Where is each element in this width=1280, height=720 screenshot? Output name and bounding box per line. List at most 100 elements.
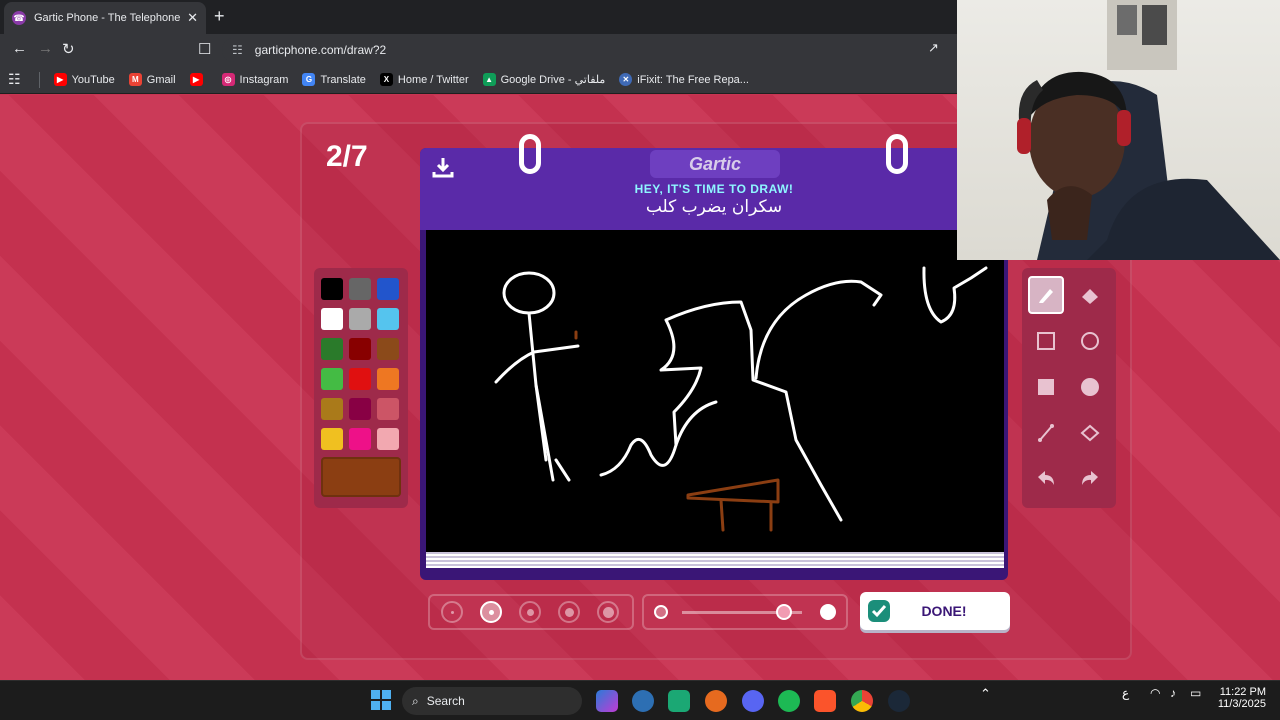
done-button[interactable]: DONE! [860, 592, 1010, 630]
brush-size-option[interactable] [597, 601, 619, 623]
color-swatch[interactable] [321, 428, 343, 450]
color-swatch[interactable] [349, 308, 371, 330]
instagram-icon: ◎ [221, 73, 235, 86]
color-swatch[interactable] [377, 278, 399, 300]
back-icon[interactable]: ← [12, 40, 27, 57]
download-icon[interactable] [432, 156, 454, 183]
gmail-icon: M [128, 73, 142, 86]
gartic-favicon-icon: ☎ [12, 11, 26, 25]
bookmark-ifixit[interactable]: ✕ iFixit: The Free Repa... [619, 73, 749, 86]
opacity-max-icon [820, 604, 836, 620]
tray-overflow-icon[interactable]: ⌃ [980, 686, 991, 702]
eraser-icon [1082, 289, 1098, 304]
redo-icon [1082, 471, 1098, 485]
line-icon [1038, 424, 1054, 442]
brush-size-dot [602, 606, 614, 618]
app-icon[interactable] [632, 690, 654, 712]
chrome-icon[interactable] [851, 690, 873, 712]
sketchbook-pages [426, 552, 1004, 568]
taskbar-search[interactable]: ⌕ Search [402, 687, 582, 715]
brush-size-option[interactable] [519, 601, 541, 623]
brave-icon[interactable] [814, 690, 836, 712]
bookmark-instagram[interactable]: ◎ Instagram [221, 73, 288, 86]
bookmark-icon[interactable]: ☐ [198, 40, 211, 58]
pen-icon [1039, 289, 1053, 303]
reload-icon[interactable]: ↻ [62, 40, 75, 58]
ellipse-outline-icon [1081, 332, 1099, 350]
whatsapp-icon[interactable] [668, 690, 690, 712]
ellipse-fill-icon [1081, 378, 1099, 396]
spotify-icon[interactable] [778, 690, 800, 712]
close-tab-icon[interactable]: ✕ [187, 10, 198, 26]
binder-ring-right [886, 134, 908, 174]
brush-size-option[interactable] [558, 601, 580, 623]
redo-button[interactable] [1072, 460, 1108, 498]
ellipse-fill-tool-button[interactable] [1072, 368, 1108, 406]
color-swatch[interactable] [377, 338, 399, 360]
divider [38, 71, 40, 88]
forward-icon[interactable]: → [38, 40, 53, 57]
gartic-logo: Gartic [650, 150, 780, 178]
translate-icon: G [302, 73, 316, 86]
color-swatch[interactable] [349, 428, 371, 450]
bucket-tool-button[interactable] [1072, 414, 1108, 452]
color-swatch[interactable] [349, 398, 371, 420]
color-swatch[interactable] [349, 278, 371, 300]
color-swatch[interactable] [321, 398, 343, 420]
share-icon[interactable]: ↗ [928, 40, 939, 56]
undo-icon [1038, 471, 1054, 485]
color-swatch[interactable] [349, 368, 371, 390]
brush-size-dot [526, 608, 534, 616]
new-tab-icon[interactable]: + [214, 6, 225, 27]
eraser-tool-button[interactable] [1072, 276, 1108, 314]
color-swatch[interactable] [321, 308, 343, 330]
bookmark-gmail[interactable]: M Gmail [128, 73, 176, 86]
color-swatch[interactable] [321, 278, 343, 300]
site-info-icon[interactable]: ☷ [232, 43, 243, 57]
opacity-min-icon [654, 605, 668, 619]
rectangle-fill-icon [1038, 379, 1054, 395]
brush-size-dot [564, 607, 574, 617]
copilot-icon[interactable] [596, 690, 618, 712]
ellipse-outline-tool-button[interactable] [1072, 322, 1108, 360]
youtube-icon: ▶ [189, 73, 203, 86]
color-swatch[interactable] [377, 308, 399, 330]
color-swatch[interactable] [321, 368, 343, 390]
rectangle-outline-tool-button[interactable] [1028, 322, 1064, 360]
rectangle-fill-tool-button[interactable] [1028, 368, 1064, 406]
line-tool-button[interactable] [1028, 414, 1064, 452]
tab-title: Gartic Phone - The Telephone Game [34, 12, 181, 24]
pen-tool-button[interactable] [1028, 276, 1064, 314]
color-swatch[interactable] [377, 428, 399, 450]
apps-grid-icon[interactable]: ☷ [8, 71, 21, 88]
battery-icon[interactable]: ▭ [1190, 686, 1201, 700]
drawing-canvas[interactable] [426, 230, 1004, 552]
discord-icon[interactable] [742, 690, 764, 712]
bookmark-youtube-2[interactable]: ▶ [189, 73, 208, 86]
bookmark-drive[interactable]: ▲ Google Drive - ملفاتي [482, 73, 605, 86]
wifi-icon[interactable]: ◠ [1150, 686, 1160, 700]
bookmark-twitter[interactable]: X Home / Twitter [379, 73, 469, 86]
brush-size-option[interactable] [441, 601, 463, 623]
bucket-icon [1080, 424, 1100, 442]
webcam-overlay [957, 0, 1280, 260]
undo-button[interactable] [1028, 460, 1064, 498]
input-language[interactable]: ع [1122, 686, 1129, 700]
address-bar[interactable]: ☷ garticphone.com/draw?2 [222, 38, 962, 62]
clock[interactable]: 11:22 PM 11/3/2025 [1212, 686, 1266, 710]
steam-icon[interactable] [888, 690, 910, 712]
bookmark-translate[interactable]: G Translate [302, 73, 366, 86]
opacity-slider-handle[interactable] [776, 604, 792, 620]
color-swatch[interactable] [321, 338, 343, 360]
firefox-icon[interactable] [705, 690, 727, 712]
round-counter: 2/7 [326, 140, 368, 173]
brush-size-option[interactable] [480, 601, 502, 623]
color-swatch[interactable] [377, 368, 399, 390]
windows-start-icon[interactable] [371, 690, 391, 710]
color-swatch[interactable] [377, 398, 399, 420]
volume-icon[interactable]: ♪ [1170, 686, 1176, 700]
youtube-icon: ▶ [53, 73, 67, 86]
browser-tab[interactable]: ☎ Gartic Phone - The Telephone Game ✕ [4, 2, 206, 34]
color-swatch[interactable] [349, 338, 371, 360]
bookmark-youtube[interactable]: ▶ YouTube [53, 73, 115, 86]
